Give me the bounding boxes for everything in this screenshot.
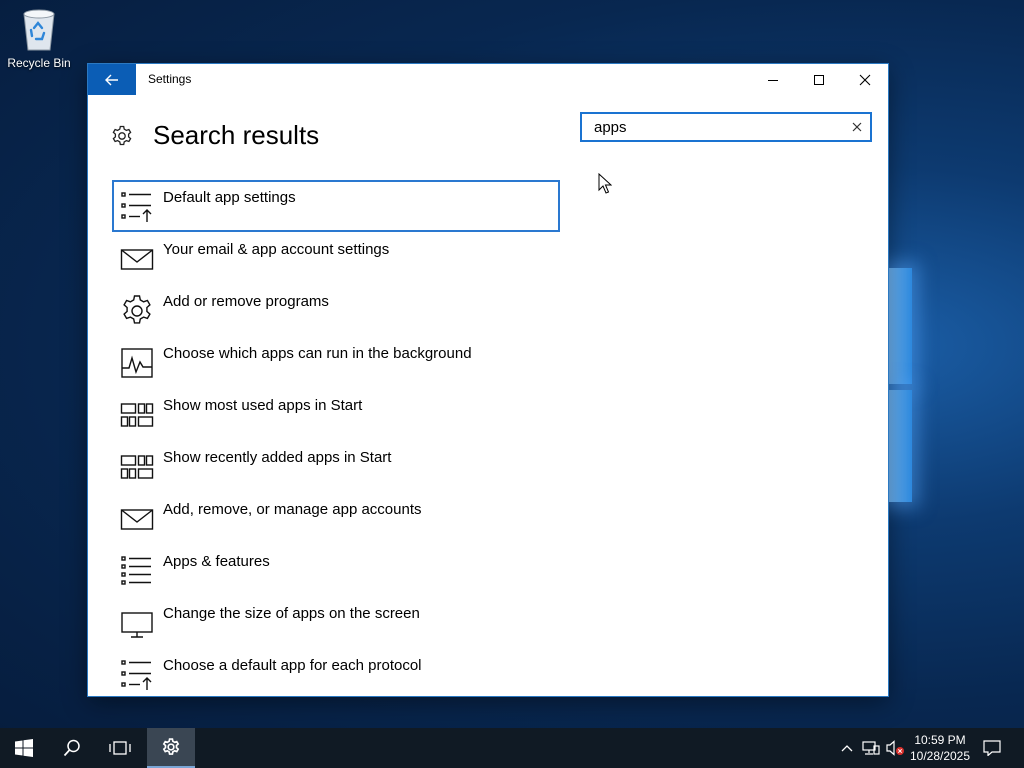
recycle-bin[interactable]: Recycle Bin	[4, 6, 74, 70]
monitor-icon	[121, 612, 153, 638]
maximize-button[interactable]	[796, 64, 842, 95]
result-item[interactable]: Change the size of apps on the screen	[112, 596, 560, 648]
recycle-bin-icon	[23, 9, 55, 51]
chevron-up-icon	[841, 745, 853, 752]
search-button[interactable]	[48, 728, 96, 768]
minimize-icon	[768, 79, 778, 81]
task-view-icon	[109, 741, 131, 755]
result-item[interactable]: Show most used apps in Start	[112, 388, 560, 440]
result-item[interactable]: Apps & features	[112, 544, 560, 596]
result-label: Change the size of apps on the screen	[163, 605, 420, 622]
windows-logo-icon	[15, 739, 33, 757]
result-item[interactable]: Add or remove programs	[112, 284, 560, 336]
gear-icon	[162, 738, 180, 755]
volume-button[interactable]	[884, 728, 906, 768]
network-button[interactable]	[860, 728, 882, 768]
mail-icon	[120, 509, 154, 530]
close-button[interactable]	[842, 64, 888, 95]
maximize-icon	[814, 74, 824, 85]
result-label: Show recently added apps in Start	[163, 449, 392, 466]
result-label: Default app settings	[163, 189, 296, 206]
search-box[interactable]	[580, 112, 872, 142]
gear-icon	[123, 295, 151, 324]
window-title: Settings	[148, 72, 192, 86]
page-title: Search results	[153, 120, 320, 150]
result-item[interactable]: Default app settings	[112, 180, 560, 232]
minimize-button[interactable]	[750, 64, 796, 95]
result-label: Choose a default app for each protocol	[163, 657, 422, 674]
result-label: Apps & features	[163, 553, 270, 570]
system-clock[interactable]: 10:59 PM 10/28/2025	[904, 732, 976, 764]
result-label: Choose which apps can run in the backgro…	[163, 345, 472, 362]
volume-muted-icon	[886, 740, 904, 756]
title-bar[interactable]: Settings	[88, 64, 888, 95]
recycle-bin-label: Recycle Bin	[7, 56, 71, 70]
search-icon	[63, 739, 80, 757]
start-button[interactable]	[0, 728, 48, 768]
result-label: Add or remove programs	[163, 293, 329, 310]
tiles-icon	[120, 455, 154, 479]
result-item[interactable]: Choose which apps can run in the backgro…	[112, 336, 560, 388]
tiles-icon	[120, 403, 154, 427]
notification-icon	[983, 740, 1001, 756]
list-arrow-icon	[121, 660, 152, 690]
task-view-button[interactable]	[96, 728, 144, 768]
back-arrow-icon	[105, 74, 118, 85]
action-center-button[interactable]	[978, 728, 1006, 768]
network-icon	[862, 741, 880, 755]
page-header: Search results	[110, 120, 319, 151]
clock-date: 10/28/2025	[909, 749, 971, 763]
search-results-list: Default app settings Your email & app ac…	[112, 180, 560, 700]
settings-window: Settings Search results Default app se	[88, 64, 888, 696]
activity-icon	[121, 348, 153, 378]
result-item[interactable]: Choose a default app for each protocol	[112, 648, 560, 700]
close-icon	[859, 74, 871, 85]
result-label: Add, remove, or manage app accounts	[163, 501, 422, 518]
search-input[interactable]	[592, 117, 836, 137]
result-item[interactable]: Show recently added apps in Start	[112, 440, 560, 492]
back-button[interactable]	[88, 64, 136, 95]
list-icon	[121, 556, 151, 585]
mail-icon	[120, 249, 154, 270]
windows-logo-wallpaper	[884, 262, 914, 512]
list-arrow-icon	[121, 192, 152, 222]
result-label: Show most used apps in Start	[163, 397, 363, 414]
mouse-pointer-icon	[598, 173, 612, 194]
result-item[interactable]: Your email & app account settings	[112, 232, 560, 284]
result-label: Your email & app account settings	[163, 241, 390, 258]
taskbar: 10:59 PM 10/28/2025	[0, 728, 1024, 768]
result-item[interactable]: Add, remove, or manage app accounts	[112, 492, 560, 544]
clock-time: 10:59 PM	[914, 733, 966, 747]
gear-icon	[112, 125, 132, 145]
show-hidden-icons-button[interactable]	[838, 728, 856, 768]
taskbar-settings-app[interactable]	[147, 728, 195, 768]
clear-search-icon[interactable]	[850, 120, 864, 134]
